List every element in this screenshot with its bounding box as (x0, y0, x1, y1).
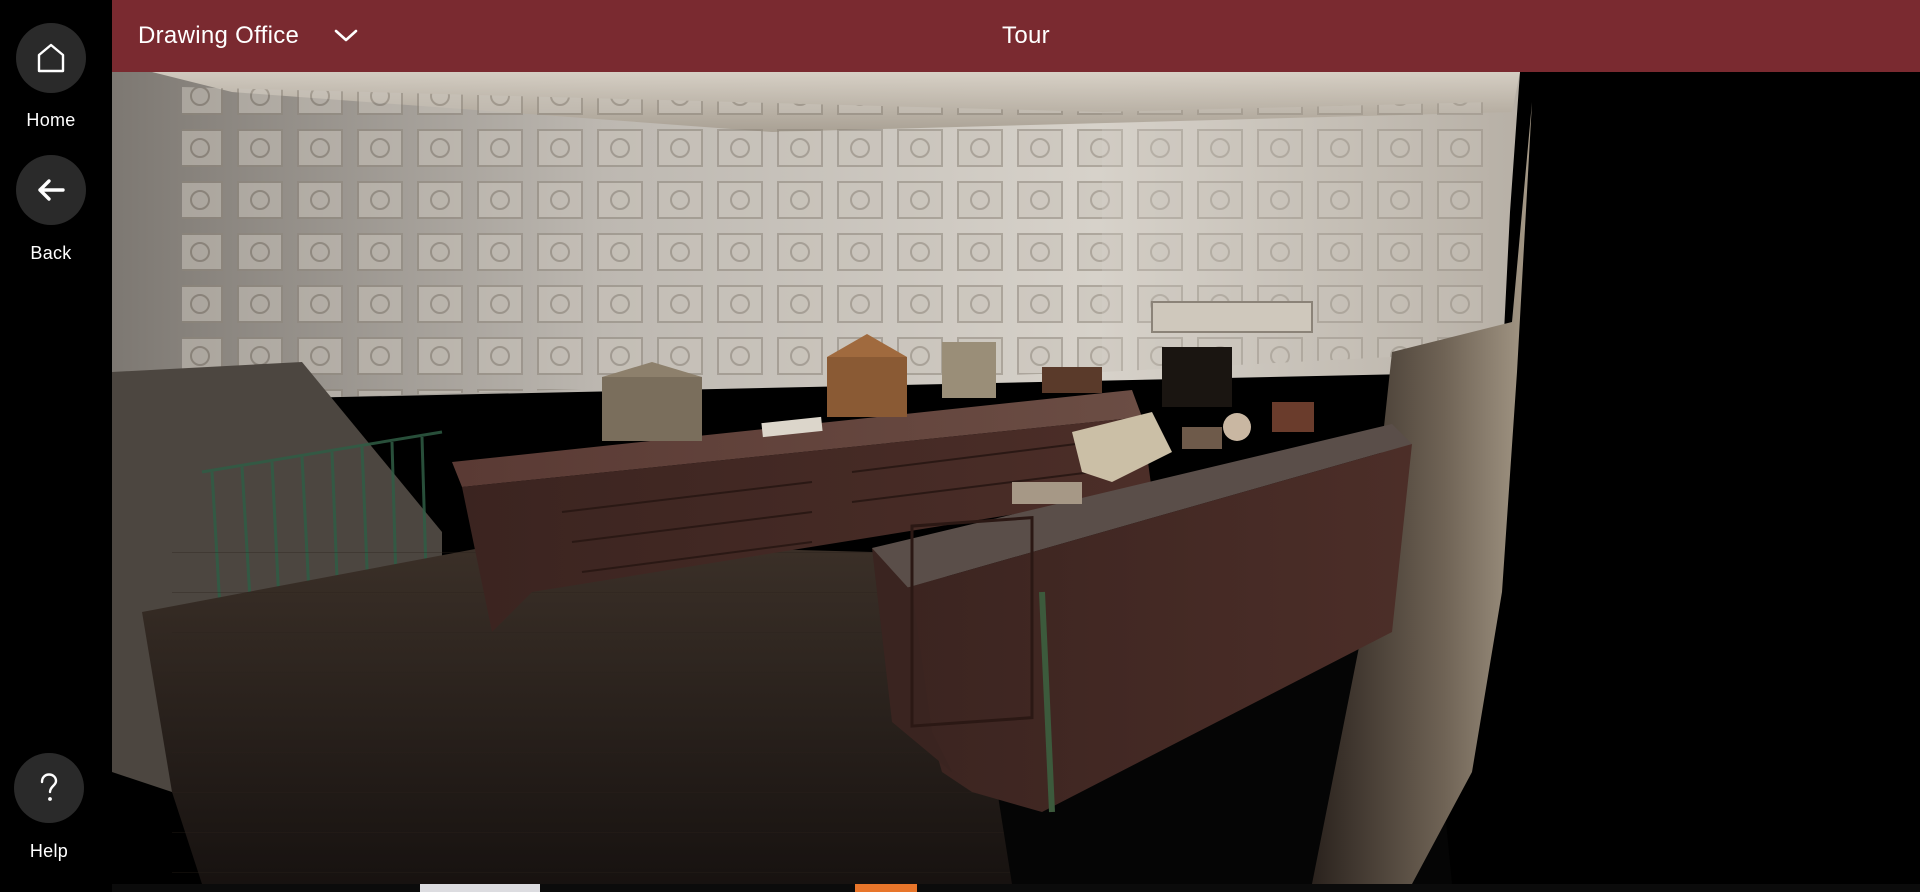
location-dropdown[interactable]: Drawing Office (138, 0, 359, 72)
location-name: Drawing Office (138, 22, 300, 49)
app-window: Home Back Help Tour Drawing Office (0, 0, 1920, 892)
side-nav: Home Back Help (0, 0, 112, 892)
home-icon (34, 41, 68, 75)
back-label: Back (30, 243, 72, 263)
back-button[interactable] (16, 155, 86, 225)
tour-title: Tour (1002, 22, 1050, 49)
help-label: Help (29, 841, 69, 861)
home-label: Home (26, 110, 76, 130)
bottom-strip (0, 884, 1920, 892)
home-button[interactable] (16, 23, 86, 93)
strip-segment (420, 884, 540, 892)
arrow-left-icon (34, 173, 68, 207)
help-button[interactable] (14, 753, 84, 823)
strip-segment (855, 884, 917, 892)
chevron-down-icon (333, 28, 359, 49)
top-bar: Tour Drawing Office (112, 0, 1920, 72)
drawing-office-3d-scene (112, 72, 1920, 884)
question-icon (34, 771, 64, 805)
model-viewport[interactable] (112, 72, 1920, 884)
